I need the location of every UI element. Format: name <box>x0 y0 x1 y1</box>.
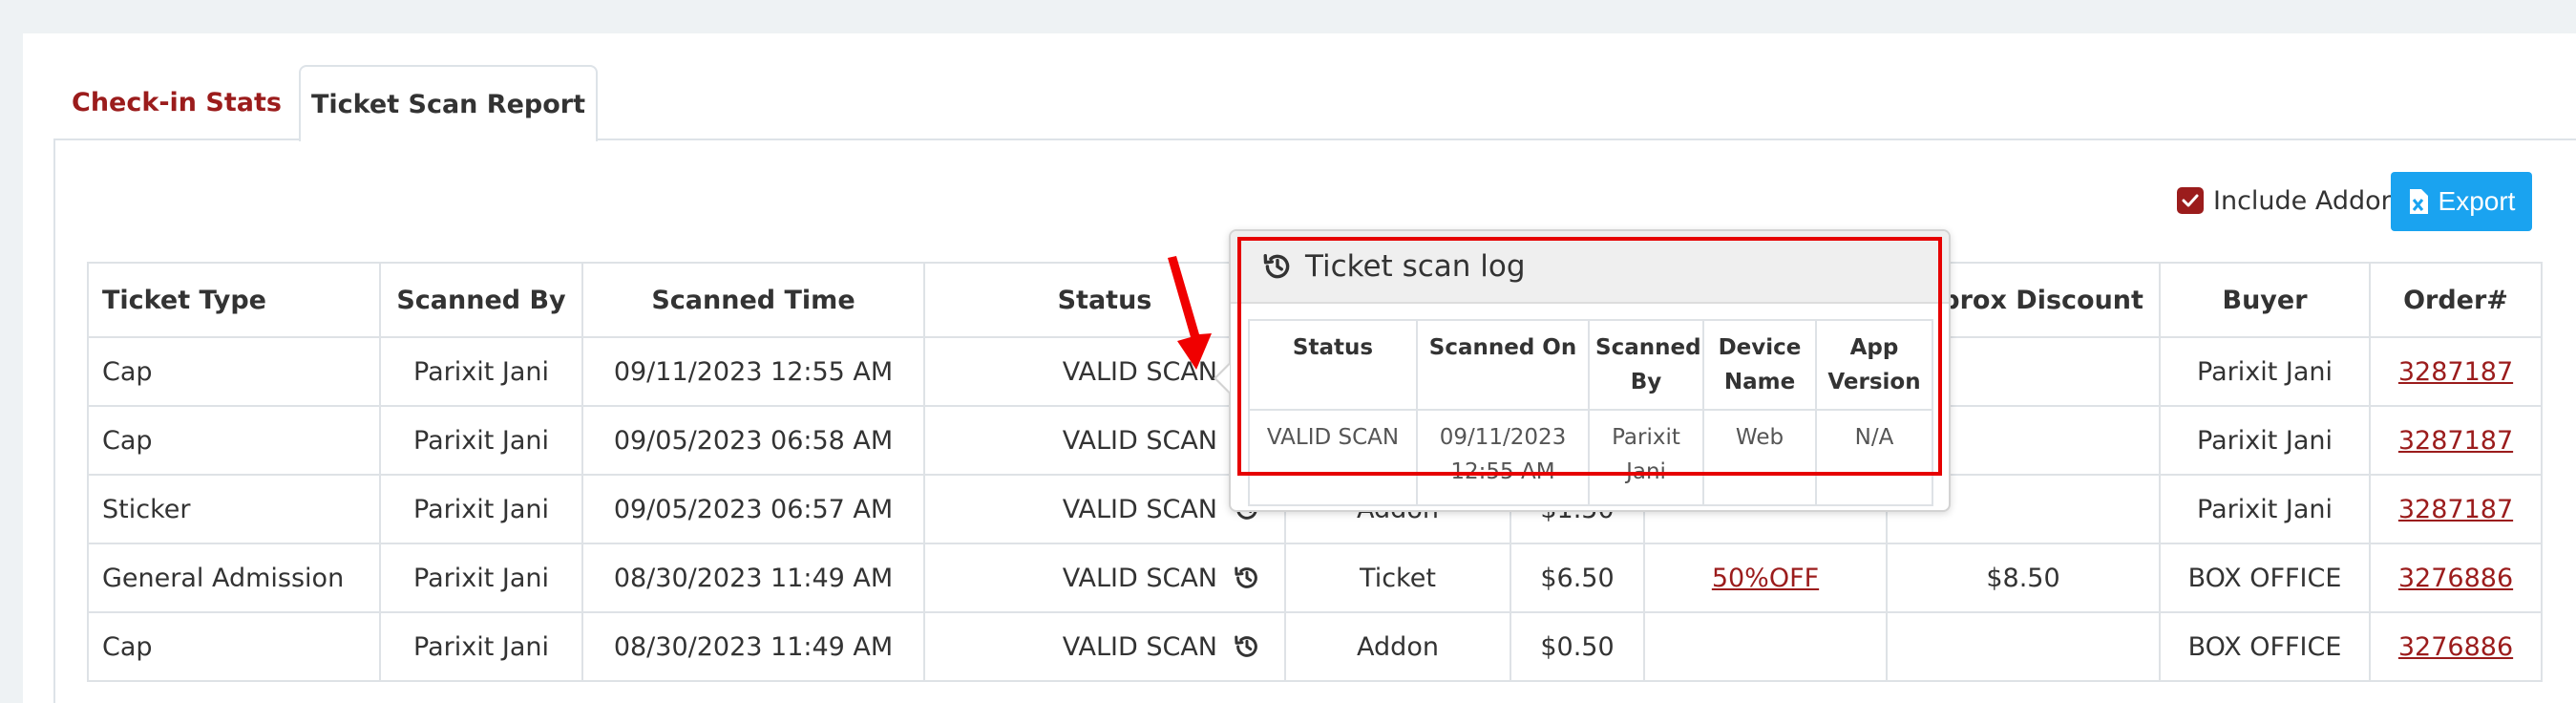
cell-discount-code[interactable]: 50%OFF <box>1643 543 1888 613</box>
cell-scanned-by: Parixit Jani <box>379 543 583 613</box>
log-app-version: N/A <box>1815 409 1933 506</box>
log-scanned-on: 09/11/2023 12:55 AM <box>1416 409 1590 506</box>
cell-scanned-by: Parixit Jani <box>379 611 583 682</box>
include-addon-label: Include Addon <box>2213 185 2397 216</box>
order-link[interactable]: 3287187 <box>2398 426 2513 456</box>
cell-scanned-by: Parixit Jani <box>379 405 583 476</box>
cell-scanned-time: 09/05/2023 06:58 AM <box>581 405 925 476</box>
excel-file-icon <box>2409 189 2428 214</box>
cell-ticket-type: Cap <box>87 405 381 476</box>
history-icon[interactable] <box>1233 632 1261 661</box>
col-scanned-time[interactable]: Scanned Time <box>581 262 925 338</box>
log-device-name: Web <box>1702 409 1817 506</box>
cell-buyer: Parixit Jani <box>2159 336 2371 407</box>
cell-ticket-type: Sticker <box>87 474 381 544</box>
history-icon[interactable] <box>1233 564 1261 592</box>
cell-scanned-time: 09/05/2023 06:57 AM <box>581 474 925 544</box>
log-scanned-by: Parixit Jani <box>1588 409 1704 506</box>
status-text: VALID SCAN <box>1062 494 1217 524</box>
col-buyer[interactable]: Buyer <box>2159 262 2371 338</box>
table-row: Cap Parixit Jani 08/30/2023 11:49 AM VALID … <box>87 611 2543 682</box>
cell-price: $0.50 <box>1510 611 1645 682</box>
cell-type: Addon <box>1284 611 1511 682</box>
cell-order[interactable]: 3276886 <box>2369 543 2543 613</box>
include-addon-checkbox[interactable] <box>2177 187 2204 214</box>
cell-scanned-time: 09/11/2023 12:55 AM <box>581 336 925 407</box>
popover-title: Ticket scan log <box>1305 249 1526 284</box>
log-col-scanned-on: Scanned On <box>1416 319 1590 411</box>
cell-ticket-type: General Admission <box>87 543 381 613</box>
cell-scanned-by: Parixit Jani <box>379 474 583 544</box>
cell-status: VALID SCAN <box>923 611 1286 682</box>
cell-scanned-time: 08/30/2023 11:49 AM <box>581 543 925 613</box>
cell-scanned-time: 08/30/2023 11:49 AM <box>581 611 925 682</box>
status-text: VALID SCAN <box>1062 631 1217 662</box>
cell-discount-code[interactable] <box>1643 611 1888 682</box>
cell-price: $6.50 <box>1510 543 1645 613</box>
export-button[interactable]: Export <box>2391 172 2532 231</box>
check-icon <box>2182 194 2199 207</box>
scan-log-table: Status Scanned On Scanned By Device Name… <box>1248 319 1933 506</box>
col-order[interactable]: Order# <box>2369 262 2543 338</box>
history-icon <box>1263 253 1290 279</box>
ticket-scan-log-popover: Ticket scan log Status Scanned On Scanne… <box>1229 229 1951 512</box>
cell-ticket-type: Cap <box>87 611 381 682</box>
log-col-device-name: Device Name <box>1702 319 1817 411</box>
cell-status: VALID SCAN <box>923 543 1286 613</box>
tab-checkin-stats[interactable]: Check-in Stats <box>67 65 286 139</box>
cell-approx-discount <box>1886 611 2161 682</box>
log-row: VALID SCAN 09/11/2023 12:55 AM Parixit J… <box>1248 409 1933 506</box>
cell-type: Ticket <box>1284 543 1511 613</box>
status-text: VALID SCAN <box>1062 563 1217 593</box>
cell-order[interactable]: 3287187 <box>2369 474 2543 544</box>
cell-order[interactable]: 3287187 <box>2369 405 2543 476</box>
order-link[interactable]: 3287187 <box>2398 495 2513 524</box>
tab-ticket-scan-report[interactable]: Ticket Scan Report <box>299 65 598 141</box>
cell-ticket-type: Cap <box>87 336 381 407</box>
export-label: Export <box>2438 186 2516 216</box>
red-arrow-annotation <box>1168 256 1212 370</box>
cell-order[interactable]: 3287187 <box>2369 336 2543 407</box>
table-row: General Admission Parixit Jani 08/30/2023 … <box>87 543 2543 613</box>
log-col-app-version: App Version <box>1815 319 1933 411</box>
include-addon-toggle[interactable]: Include Addon <box>2177 181 2397 220</box>
col-ticket-type[interactable]: Ticket Type <box>87 262 381 338</box>
status-text: VALID SCAN <box>1062 425 1217 456</box>
discount-code-link[interactable]: 50%OFF <box>1712 564 1819 593</box>
log-status: VALID SCAN <box>1248 409 1418 506</box>
cell-order[interactable]: 3276886 <box>2369 611 2543 682</box>
popover-header: Ticket scan log <box>1231 231 1949 304</box>
log-header-row: Status Scanned On Scanned By Device Name… <box>1248 319 1933 411</box>
log-col-scanned-by: Scanned By <box>1588 319 1704 411</box>
cell-buyer: BOX OFFICE <box>2159 543 2371 613</box>
cell-buyer: Parixit Jani <box>2159 474 2371 544</box>
log-col-status: Status <box>1248 319 1418 411</box>
cell-approx-discount: $8.50 <box>1886 543 2161 613</box>
cell-buyer: Parixit Jani <box>2159 405 2371 476</box>
cell-buyer: BOX OFFICE <box>2159 611 2371 682</box>
cell-scanned-by: Parixit Jani <box>379 336 583 407</box>
col-scanned-by[interactable]: Scanned By <box>379 262 583 338</box>
order-link[interactable]: 3287187 <box>2398 357 2513 387</box>
order-link[interactable]: 3276886 <box>2398 632 2513 662</box>
order-link[interactable]: 3276886 <box>2398 564 2513 593</box>
